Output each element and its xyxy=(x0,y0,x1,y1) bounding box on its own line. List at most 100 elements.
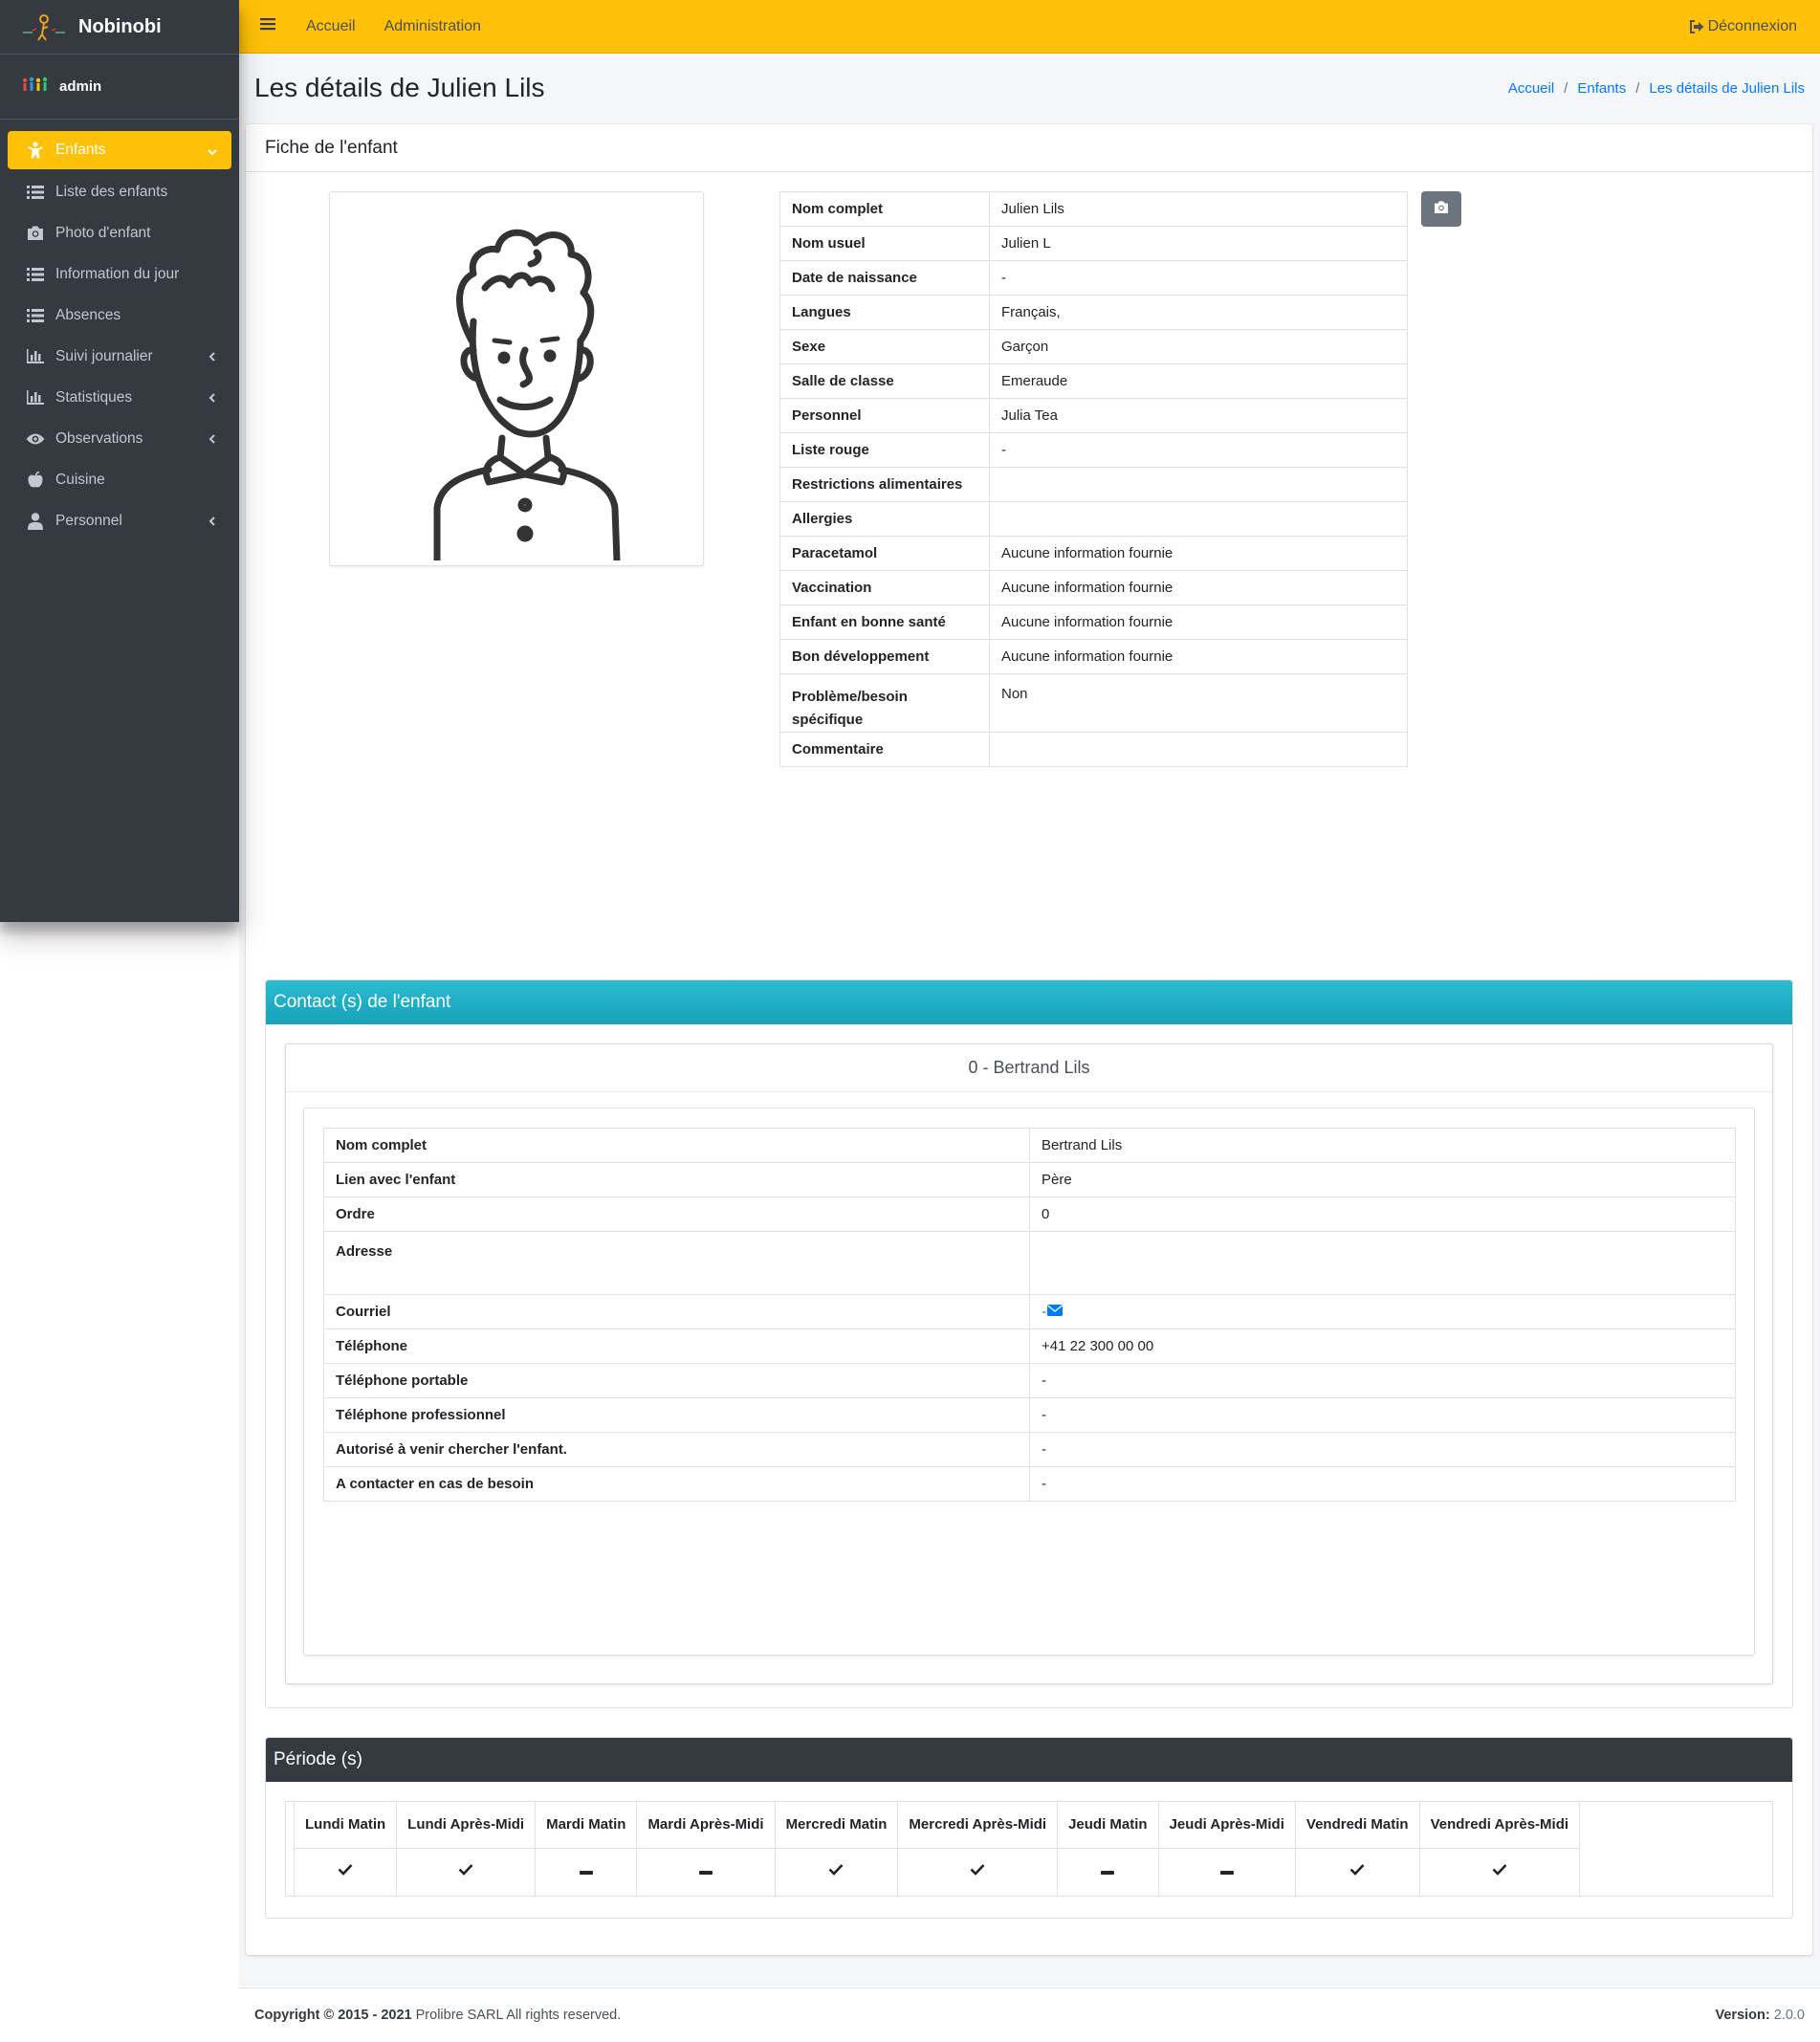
sidebar-item-cuisine[interactable]: Cuisine xyxy=(8,459,231,500)
sidebar-item-personnel[interactable]: Personnel xyxy=(8,500,231,541)
field-value: Emeraude xyxy=(989,363,1408,399)
period-column-header: Vendredi Après-Midi xyxy=(1419,1802,1581,1849)
period-cell xyxy=(535,1848,638,1897)
footer: Copyright © 2015 - 2021 Prolibre SARL Al… xyxy=(239,1987,1820,2042)
period-column-header: Jeudi Après-Midi xyxy=(1158,1802,1296,1849)
upload-photo-button[interactable] xyxy=(1421,191,1461,227)
child-detail-card: Fiche de l'enfant Nom complet Julien Lil… xyxy=(246,124,1812,1955)
periods-section-title: Période (s) xyxy=(266,1738,1792,1782)
breadcrumb-separator: / xyxy=(1635,79,1640,97)
version-label: Version: xyxy=(1715,2008,1770,2023)
version-value: 2.0.0 xyxy=(1773,2008,1805,2023)
envelope-icon[interactable] xyxy=(1047,1304,1063,1320)
nav-link-administration[interactable]: Administration xyxy=(384,18,481,35)
period-cell xyxy=(636,1848,776,1897)
field-value: - xyxy=(1042,1304,1046,1320)
apple-icon xyxy=(25,471,46,490)
contact-title: 0 - Bertrand Lils xyxy=(286,1044,1772,1092)
field-value: Français, xyxy=(989,295,1408,330)
sidebar-item-label: Suivi journalier xyxy=(55,347,153,364)
sidebar: Nobinobi admin Enfants Liste des enfants… xyxy=(0,0,239,922)
sidebar-item-label: Cuisine xyxy=(55,471,105,488)
list-icon xyxy=(25,265,46,284)
field-label: Téléphone professionnel xyxy=(323,1397,1030,1433)
field-value: Bertrand Lils xyxy=(1029,1128,1736,1163)
user-icon xyxy=(25,512,46,531)
field-label: Ordre xyxy=(323,1197,1030,1232)
field-label: Téléphone xyxy=(323,1328,1030,1364)
page-title: Les détails de Julien Lils xyxy=(254,73,545,102)
periods-table: Lundi Matin Lundi Après-Midi Mardi Matin Ma… xyxy=(293,1802,1581,1897)
eye-icon xyxy=(25,429,46,449)
brand-link[interactable]: Nobinobi xyxy=(0,0,239,55)
sidebar-item-label: Enfants xyxy=(55,142,106,158)
menu-toggle-icon[interactable] xyxy=(260,17,281,35)
user-panel[interactable]: admin xyxy=(0,55,239,120)
version: Version: 2.0.0 xyxy=(1716,2008,1806,2023)
field-value: - xyxy=(1029,1432,1736,1467)
field-value: - xyxy=(1029,1397,1736,1433)
sidebar-item-enfants[interactable]: Enfants xyxy=(8,131,231,169)
contacts-section: Contact (s) de l'enfant 0 - Bertrand Lil… xyxy=(265,979,1793,1708)
sidebar-item-label: Personnel xyxy=(55,512,122,529)
breadcrumb: Accueil / Enfants / Les détails de Julie… xyxy=(1508,80,1805,97)
sidebar-item-label: Liste des enfants xyxy=(55,183,168,200)
field-label: Vaccination xyxy=(779,570,990,605)
sidebar-item-absences[interactable]: Absences xyxy=(8,295,231,336)
field-value xyxy=(989,501,1408,537)
breadcrumb-item-accueil[interactable]: Accueil xyxy=(1508,80,1554,97)
period-cell xyxy=(1057,1848,1159,1897)
list-icon xyxy=(25,183,46,202)
copyright-years: Copyright © 2015 - 2021 xyxy=(254,2008,412,2023)
field-label: Nom usuel xyxy=(779,226,990,261)
list-icon xyxy=(25,306,46,325)
field-label: Adresse xyxy=(323,1231,1030,1295)
field-label: Nom complet xyxy=(779,191,990,227)
period-column-header: Lundi Après-Midi xyxy=(396,1802,537,1849)
child-avatar xyxy=(329,191,704,566)
field-label: Sexe xyxy=(779,329,990,364)
check-icon xyxy=(1349,1863,1365,1879)
sidebar-item-information-jour[interactable]: Information du jour xyxy=(8,253,231,295)
field-value xyxy=(1029,1231,1736,1295)
field-label: Autorisé à venir chercher l'enfant. xyxy=(323,1432,1030,1467)
chevron-left-icon xyxy=(207,418,218,459)
card-title: Fiche de l'enfant xyxy=(246,124,1812,172)
period-cell xyxy=(775,1848,899,1897)
periods-header-row: Lundi Matin Lundi Après-Midi Mardi Matin Ma… xyxy=(293,1802,1581,1849)
period-cell xyxy=(1419,1848,1581,1897)
period-column-header: Jeudi Matin xyxy=(1057,1802,1159,1849)
logout-link[interactable]: Déconnexion xyxy=(1689,0,1797,54)
sidebar-item-label: Statistiques xyxy=(55,388,133,406)
breadcrumb-item-current[interactable]: Les détails de Julien Lils xyxy=(1649,80,1805,97)
field-value: Aucune information fournie xyxy=(989,536,1408,571)
sidebar-item-label: Observations xyxy=(55,429,143,447)
contact-info-table: Nom complet Bertrand Lils Lien avec l'enf… xyxy=(323,1128,1736,1502)
field-value xyxy=(989,467,1408,502)
field-value: +41 22 300 00 00 xyxy=(1029,1328,1736,1364)
period-column-header: Mardi Après-Midi xyxy=(636,1802,776,1849)
field-value: Julia Tea xyxy=(989,398,1408,433)
periods-table-wrapper: Lundi Matin Lundi Après-Midi Mardi Matin Ma… xyxy=(285,1801,1773,1897)
field-label: Problème/besoin spécifique xyxy=(779,673,990,733)
field-value: Julien Lils xyxy=(989,191,1408,227)
field-label: A contacter en cas de besoin xyxy=(323,1466,1030,1502)
breadcrumb-item-enfants[interactable]: Enfants xyxy=(1577,80,1626,97)
copyright-owner: Prolibre SARL All rights reserved. xyxy=(415,2008,622,2023)
sidebar-item-observations[interactable]: Observations xyxy=(8,418,231,459)
sidebar-item-liste-enfants[interactable]: Liste des enfants xyxy=(8,171,231,212)
periods-section: Période (s) Lundi Matin Lundi Après-Midi M… xyxy=(265,1737,1793,1919)
sidebar-item-suivi-journalier[interactable]: Suivi journalier xyxy=(8,336,231,377)
sidebar-item-statistiques[interactable]: Statistiques xyxy=(8,377,231,418)
bar-chart-icon xyxy=(25,347,46,366)
sidebar-item-photo-enfant[interactable]: Photo d'enfant xyxy=(8,212,231,253)
field-label: Commentaire xyxy=(779,732,990,767)
period-column-header: Lundi Matin xyxy=(293,1802,398,1849)
content-wrapper: Les détails de Julien Lils Accueil / Enf… xyxy=(239,54,1820,1986)
field-value: 0 xyxy=(1029,1197,1736,1232)
bar-chart-icon xyxy=(25,388,46,407)
breadcrumb-separator: / xyxy=(1564,79,1568,97)
sidebar-nav: Enfants Liste des enfants Photo d'enfant… xyxy=(0,120,239,541)
nav-link-accueil[interactable]: Accueil xyxy=(306,18,356,35)
period-cell xyxy=(897,1848,1059,1897)
